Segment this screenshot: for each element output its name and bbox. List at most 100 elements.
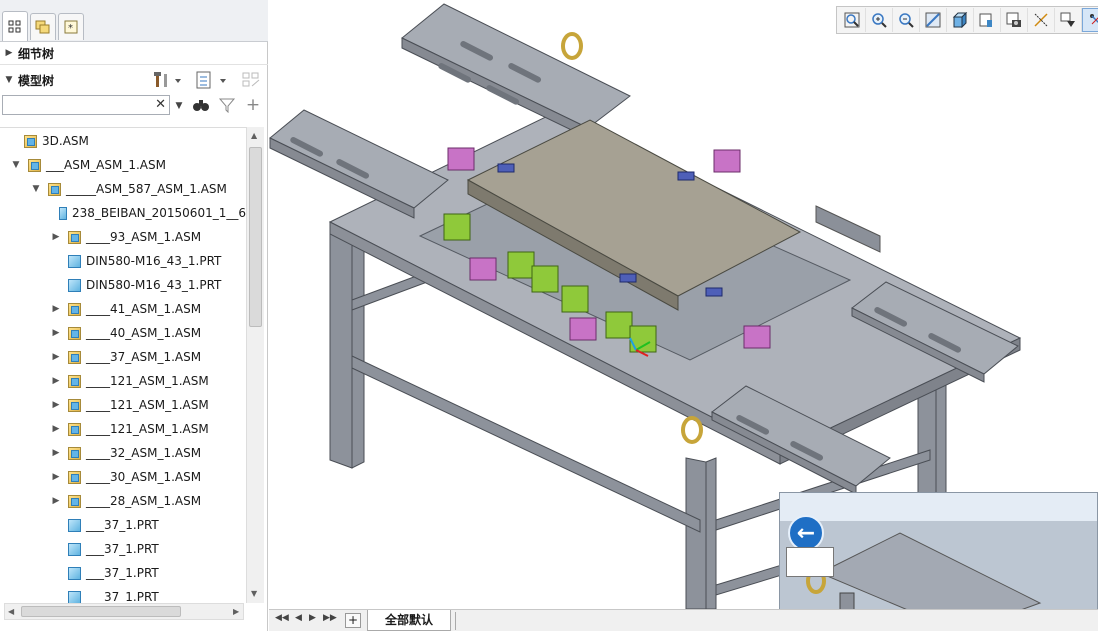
tree-horizontal-scrollbar[interactable]: ◀ ▶ bbox=[4, 603, 244, 620]
scrollbar-thumb[interactable] bbox=[21, 606, 181, 617]
arrow-left-icon: ← bbox=[796, 520, 816, 546]
search-input[interactable]: ✕ bbox=[2, 95, 170, 115]
filter-icon bbox=[218, 98, 236, 113]
tree-item[interactable]: ▶ ____121_ASM_1.ASM bbox=[0, 417, 246, 441]
part-icon bbox=[68, 566, 81, 580]
tab-all-default[interactable]: 全部默认 bbox=[367, 610, 451, 631]
tree-item-label: ___37_1.PRT bbox=[86, 566, 159, 580]
layers-tab[interactable] bbox=[30, 13, 56, 40]
scroll-right-icon[interactable]: ▶ bbox=[233, 607, 239, 616]
zoom-out-button[interactable] bbox=[893, 8, 920, 32]
part-icon bbox=[68, 518, 81, 532]
graphics-window[interactable]: ← bbox=[269, 0, 1098, 609]
scroll-left-icon[interactable]: ◀ bbox=[8, 607, 14, 616]
collapse-icon[interactable]: ▼ bbox=[30, 184, 42, 194]
expand-icon[interactable]: ▶ bbox=[50, 496, 62, 506]
tree-item[interactable]: ▶ ____30_ASM_1.ASM bbox=[0, 465, 246, 489]
last-sheet-icon[interactable]: ▶▶ bbox=[323, 613, 337, 623]
next-sheet-icon[interactable]: ▶ bbox=[309, 613, 316, 623]
refit-button[interactable] bbox=[839, 8, 866, 32]
zoom-in-button[interactable] bbox=[866, 8, 893, 32]
tree-item[interactable]: DIN580-M16_43_1.PRT bbox=[0, 249, 246, 273]
part-icon bbox=[68, 542, 81, 556]
favorites-tab[interactable]: * bbox=[58, 13, 84, 40]
scroll-up-icon[interactable]: ▲ bbox=[251, 131, 257, 140]
tree-item[interactable]: ▶ ____40_ASM_1.ASM bbox=[0, 321, 246, 345]
tree-item[interactable]: ▶ ____41_ASM_1.ASM bbox=[0, 297, 246, 321]
detail-tree-section[interactable]: ▶ 细节树 bbox=[0, 42, 268, 64]
tree-item-label: ____121_ASM_1.ASM bbox=[86, 374, 209, 388]
collapse-icon[interactable]: ▼ bbox=[10, 160, 22, 170]
back-button[interactable]: ← bbox=[788, 515, 824, 551]
tree-item[interactable]: 3D.ASM bbox=[0, 129, 246, 153]
tree-item[interactable]: ▶ ____37_ASM_1.ASM bbox=[0, 345, 246, 369]
tree-item[interactable]: ▼ ___ASM_ASM_1.ASM bbox=[0, 153, 246, 177]
expand-icon[interactable]: ▶ bbox=[50, 328, 62, 338]
tree-item[interactable]: ___37_1.PRT bbox=[0, 585, 246, 603]
annotation-display-icon bbox=[1089, 14, 1098, 26]
model-tree-tab[interactable] bbox=[2, 11, 28, 41]
filter-button[interactable] bbox=[216, 95, 238, 115]
tree-vertical-scrollbar[interactable]: ▲ ▼ bbox=[246, 127, 264, 603]
tree-item[interactable]: DIN580-M16_43_1.PRT bbox=[0, 273, 246, 297]
tree-settings-button[interactable] bbox=[151, 69, 185, 91]
assembly-icon bbox=[68, 302, 81, 316]
expand-icon[interactable]: ▶ bbox=[50, 376, 62, 386]
expand-icon[interactable]: ▶ bbox=[50, 472, 62, 482]
layers-tab-icon bbox=[35, 20, 50, 34]
tree-item[interactable]: ▼ _____ASM_587_ASM_1.ASM bbox=[0, 177, 246, 201]
tree-columns-icon bbox=[242, 72, 260, 87]
tree-item[interactable]: ___37_1.PRT bbox=[0, 537, 246, 561]
tree-item[interactable]: ▶ ____32_ASM_1.ASM bbox=[0, 441, 246, 465]
tree-filter-disabled-button[interactable] bbox=[238, 69, 264, 91]
search-dropdown-button[interactable]: ▼ bbox=[172, 97, 186, 115]
collapse-icon[interactable]: ▼ bbox=[0, 75, 18, 85]
saved-views-button[interactable] bbox=[974, 8, 1001, 32]
tree-item[interactable]: ___37_1.PRT bbox=[0, 513, 246, 537]
part-icon bbox=[68, 278, 81, 292]
tree-item[interactable]: ▶ ____93_ASM_1.ASM bbox=[0, 225, 246, 249]
expand-icon[interactable]: ▶ bbox=[50, 304, 62, 314]
assembly-icon bbox=[28, 158, 41, 172]
show-list-icon bbox=[196, 71, 226, 89]
floating-view-popup[interactable]: ← bbox=[779, 492, 1098, 609]
repaint-button[interactable] bbox=[920, 8, 947, 32]
assembly-icon bbox=[68, 422, 81, 436]
detail-tree-label: 细节树 bbox=[18, 46, 55, 61]
panel-tab-strip: * bbox=[0, 0, 268, 42]
favorites-tab-icon: * bbox=[64, 20, 78, 34]
tools-icon bbox=[154, 72, 181, 87]
scrollbar-thumb[interactable] bbox=[249, 147, 262, 327]
expand-icon[interactable]: ▶ bbox=[50, 232, 62, 242]
display-style-button[interactable] bbox=[1001, 8, 1028, 32]
tree-item[interactable]: ▶ ____121_ASM_1.ASM bbox=[0, 393, 246, 417]
expand-icon[interactable]: ▶ bbox=[0, 48, 18, 58]
expand-icon[interactable]: ▶ bbox=[50, 448, 62, 458]
part-icon bbox=[68, 590, 81, 603]
refit-icon bbox=[844, 12, 860, 28]
expand-icon[interactable]: ▶ bbox=[50, 424, 62, 434]
datum-display-button[interactable] bbox=[1028, 8, 1055, 32]
model-tree-label: 模型树 bbox=[18, 73, 55, 88]
prev-sheet-icon[interactable]: ◀ bbox=[295, 613, 302, 623]
expand-icon[interactable]: ▶ bbox=[50, 352, 62, 362]
tree-item[interactable]: 238_BEIBAN_20150601_1__6 bbox=[0, 201, 246, 225]
expand-icon[interactable]: ▶ bbox=[50, 400, 62, 410]
tree-item-label: 3D.ASM bbox=[42, 134, 89, 148]
shading-button[interactable] bbox=[947, 8, 974, 32]
scroll-down-icon[interactable]: ▼ bbox=[251, 589, 257, 598]
add-sheet-button[interactable]: + bbox=[345, 613, 361, 628]
spin-center-button[interactable] bbox=[1055, 8, 1082, 32]
find-button[interactable] bbox=[191, 95, 211, 115]
first-sheet-icon[interactable]: ◀◀ bbox=[275, 613, 289, 623]
clear-icon[interactable]: ✕ bbox=[155, 97, 166, 112]
annotation-display-button[interactable] bbox=[1082, 8, 1098, 32]
tree-item[interactable]: ___37_1.PRT bbox=[0, 561, 246, 585]
tree-show-button[interactable] bbox=[193, 69, 229, 91]
popup-input-field[interactable] bbox=[786, 547, 834, 577]
tree-item[interactable]: ▶ ____121_ASM_1.ASM bbox=[0, 369, 246, 393]
datum-display-icon bbox=[1034, 13, 1048, 27]
add-column-button[interactable]: + bbox=[243, 95, 263, 115]
tree-item-label: ____93_ASM_1.ASM bbox=[86, 230, 202, 244]
tree-item[interactable]: ▶ ____28_ASM_1.ASM bbox=[0, 489, 246, 513]
